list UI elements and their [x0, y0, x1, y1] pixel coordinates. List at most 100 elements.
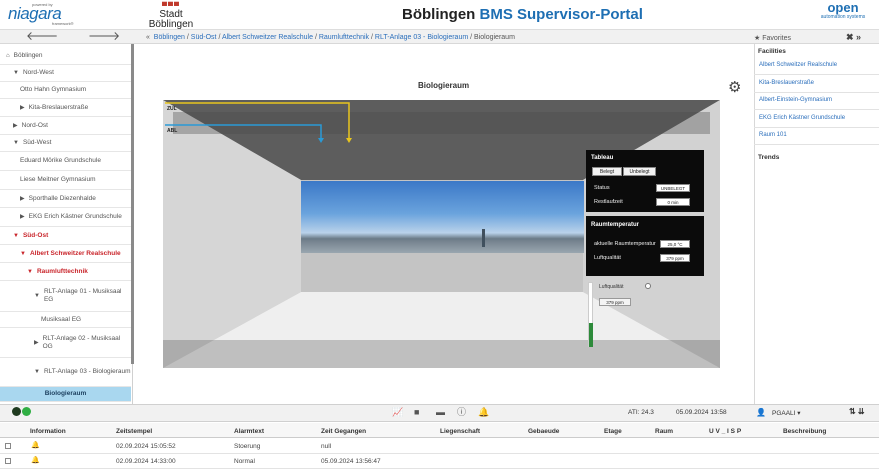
- tree-item-label: EKG Erich Kästner Grundschule: [28, 213, 122, 220]
- tree-item-label: Eduard Mörike Grundschule: [20, 157, 101, 164]
- trash-icon[interactable]: ▬: [436, 408, 445, 417]
- tree-item-label: Nord-Ost: [21, 121, 48, 129]
- row-checkbox[interactable]: [5, 443, 11, 449]
- expand-triangle-icon[interactable]: ▶: [20, 104, 25, 112]
- expand-triangle-icon[interactable]: ▶: [13, 122, 18, 130]
- tree-item[interactable]: Eduard Mörike Grundschule: [0, 152, 131, 171]
- abl-arrow-icon: [318, 138, 324, 143]
- tree-item-label: Kita-Breslauerstraße: [28, 103, 89, 111]
- favorite-item[interactable]: Kita-Breslauerstraße: [754, 75, 879, 93]
- breadcrumb: « Böblingen / Süd-Ost / Albert Schweitze…: [146, 34, 515, 41]
- breadcrumb-item[interactable]: Albert Schweitzer Realschule: [222, 34, 313, 41]
- alarm-column-header[interactable]: Zeitstempel: [116, 428, 152, 435]
- favorites-tools[interactable]: ✖ »: [846, 32, 861, 43]
- tree-item[interactable]: ▼ RLT-Anlage 01 - Musiksaal EG: [0, 281, 131, 312]
- favorite-item[interactable]: Raum 101: [754, 127, 879, 145]
- breadcrumb-item[interactable]: RLT-Anlage 03 - Biologieraum: [375, 34, 468, 41]
- luftqualitaet-gauge-label: Luftqualität: [599, 284, 624, 290]
- raumtemperatur-title: Raumtemperatur: [591, 222, 640, 228]
- tree-item[interactable]: ▼ Raumlufttechnik: [0, 263, 131, 281]
- tree-item[interactable]: Musiksaal EG: [0, 312, 131, 328]
- breadcrumb-collapse-icon[interactable]: «: [146, 34, 150, 41]
- restlaufzeit-value: 0 min: [656, 198, 690, 206]
- tree-item[interactable]: ▼ Süd-Ost: [0, 227, 131, 245]
- favorite-item[interactable]: EKG Erich Kästner Grundschule: [754, 110, 879, 128]
- open-sub: automation systems: [820, 14, 866, 20]
- breadcrumb-item[interactable]: Böblingen: [154, 34, 185, 41]
- raumtemperatur-value: 25,0 °C: [660, 240, 690, 248]
- alarm-column-header[interactable]: Information: [30, 428, 66, 435]
- tree-item[interactable]: Otto Hahn Gymnasium: [0, 82, 131, 99]
- niagara-wordmark: niagara: [8, 4, 62, 23]
- alarm-column-header[interactable]: Zeit Gegangen: [321, 428, 366, 435]
- portal-title-plain: Böblingen: [402, 6, 476, 23]
- collapse-triangle-icon[interactable]: ▼: [13, 69, 19, 77]
- luftqualitaet-knob-icon[interactable]: [645, 283, 651, 289]
- sort-icon[interactable]: ⇅ ⇊: [849, 407, 865, 416]
- belegt-button[interactable]: Belegt: [592, 167, 622, 176]
- city-skyline: [301, 240, 584, 253]
- portal-title: Böblingen BMS Supervisor-Portal: [402, 6, 643, 23]
- alarm-cell-zeit-gegangen: 05.09.2024 13:56:47: [321, 458, 381, 465]
- tree-item[interactable]: Liese Meitner Gymnasium: [0, 171, 131, 190]
- alarm-column-header[interactable]: Beschreibung: [783, 428, 826, 435]
- tree-item[interactable]: ⌂ Böblingen: [0, 48, 131, 65]
- collapse-triangle-icon[interactable]: ▼: [13, 139, 19, 147]
- expand-triangle-icon[interactable]: ▶: [20, 195, 25, 203]
- tree-item-label: Otto Hahn Gymnasium: [20, 86, 87, 93]
- tree-item[interactable]: ▼ RLT-Anlage 03 - Biologieraum: [0, 358, 131, 387]
- favorite-item[interactable]: Albert Schweitzer Realschule: [754, 57, 879, 75]
- abl-label: ABL: [167, 128, 178, 134]
- breadcrumb-item[interactable]: Süd-Ost: [191, 34, 217, 41]
- collapse-triangle-icon[interactable]: ▼: [27, 268, 33, 276]
- tree-item-label: Süd-Ost: [22, 231, 49, 239]
- favorite-item[interactable]: Albert-Einstein-Gymnasium: [754, 92, 879, 110]
- chart-icon[interactable]: 📈: [392, 408, 403, 417]
- forward-arrow-icon[interactable]: 🡒: [88, 30, 120, 42]
- tree-item[interactable]: ▶ EKG Erich Kästner Grundschule: [0, 208, 131, 227]
- alarm-column-header[interactable]: Etage: [604, 428, 622, 435]
- tree-item[interactable]: ▶ Sporthalle Diezenhalde: [0, 190, 131, 208]
- tree-item-label: Biologieraum: [44, 390, 87, 397]
- zul-arrow-icon: [346, 138, 352, 143]
- tree-item[interactable]: ▶ RLT-Anlage 02 - Musiksaal OG: [0, 328, 131, 358]
- tree-item[interactable]: Biologieraum: [0, 387, 131, 402]
- alarm-column-header[interactable]: Alarmtext: [234, 428, 264, 435]
- expand-triangle-icon[interactable]: ▶: [20, 213, 25, 221]
- home-icon: ⌂: [6, 53, 10, 59]
- alarm-column-header[interactable]: Liegenschaft: [440, 428, 480, 435]
- status-label: Status: [594, 185, 610, 191]
- collapse-triangle-icon[interactable]: ▼: [34, 292, 40, 300]
- alarm-bell-icon[interactable]: 🔔: [478, 408, 489, 417]
- tree-item[interactable]: ▶ Kita-Breslauerstraße: [0, 99, 131, 117]
- tree-scrollbar[interactable]: [131, 44, 134, 364]
- luftqualitaet-gauge-value: 379 ppm: [599, 298, 631, 306]
- navigation-tree: ⌂ Böblingen ▼ Nord-West Otto Hahn Gymnasium ▶…: [0, 44, 133, 404]
- alarm-bell-icon: 🔔: [31, 457, 40, 464]
- tree-item[interactable]: ▼ Süd-West: [0, 135, 131, 152]
- tree-item[interactable]: ▼ Nord-West: [0, 65, 131, 82]
- unbelegt-button[interactable]: Unbelegt: [623, 167, 656, 176]
- duct-lines: [165, 102, 352, 143]
- row-checkbox[interactable]: [5, 458, 11, 464]
- raumtemperatur-panel: Raumtemperatur aktuelle Raumtemperatur 2…: [586, 216, 704, 276]
- delete-icon[interactable]: ■: [414, 408, 419, 417]
- alarm-column-header[interactable]: U V _ I S P: [709, 428, 741, 435]
- info-icon[interactable]: ⓘ: [457, 408, 466, 417]
- collapse-triangle-icon[interactable]: ▼: [34, 368, 40, 376]
- zul-label: ZUL: [167, 106, 177, 112]
- tree-item-label: Böblingen: [13, 52, 43, 59]
- tree-item[interactable]: ▼ Albert Schweitzer Realschule: [0, 245, 131, 263]
- tree-item[interactable]: ▶ Nord-Ost: [0, 117, 131, 135]
- alarm-column-header[interactable]: Gebaeude: [528, 428, 559, 435]
- alarm-cell-zeitstempel: 02.09.2024 15:05:52: [116, 443, 176, 450]
- user-menu[interactable]: PGAALI ▾: [772, 409, 801, 417]
- collapse-triangle-icon[interactable]: ▼: [13, 232, 19, 240]
- tree-item-label: Nord-West: [22, 69, 54, 76]
- alarm-column-header[interactable]: Raum: [655, 428, 673, 435]
- back-arrow-icon[interactable]: 🡐: [26, 30, 58, 42]
- expand-triangle-icon[interactable]: ▶: [34, 339, 39, 347]
- collapse-triangle-icon[interactable]: ▼: [20, 250, 26, 258]
- breadcrumb-item[interactable]: Raumlufttechnik: [319, 34, 369, 41]
- gear-icon[interactable]: ⚙: [728, 78, 741, 96]
